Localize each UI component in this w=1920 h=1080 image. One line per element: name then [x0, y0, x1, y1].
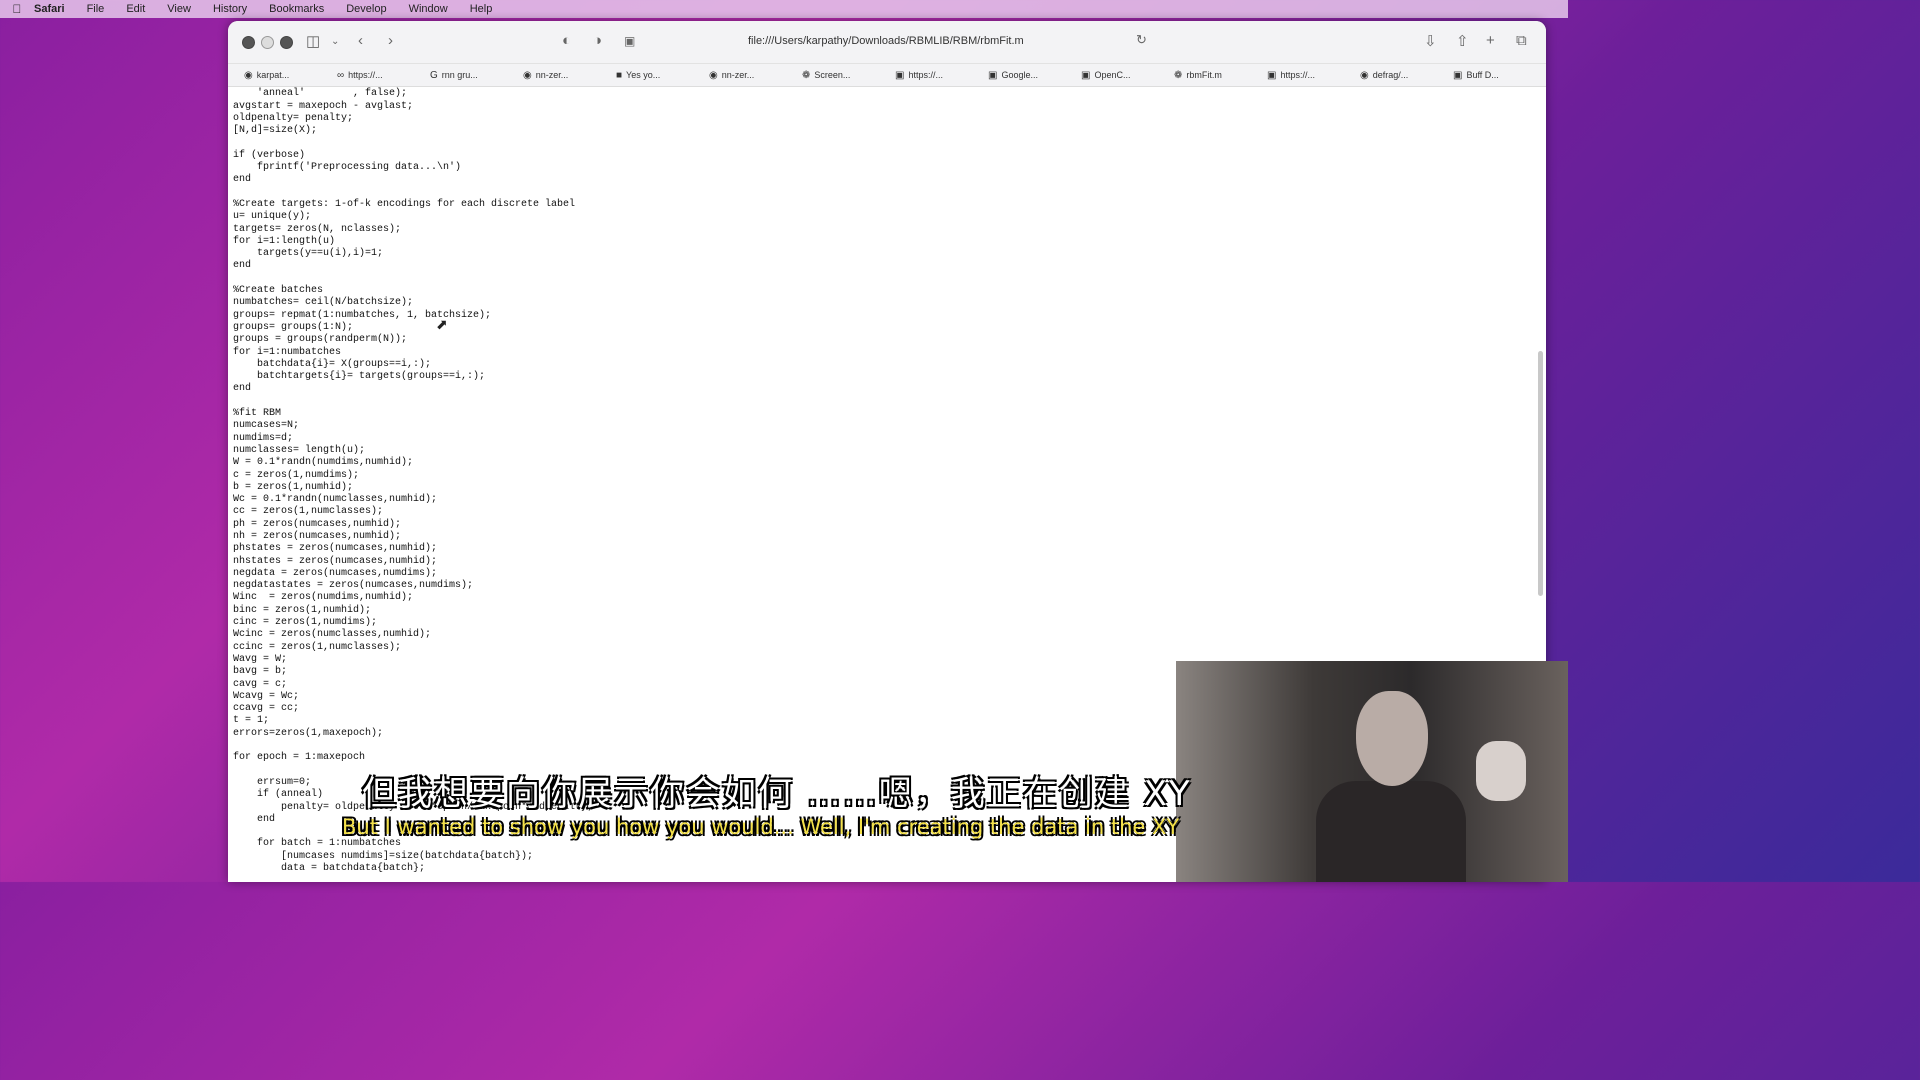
github-icon: ◉ [244, 69, 253, 81]
github-icon: ◉ [523, 69, 532, 81]
bookmark-item[interactable]: ◉ nn-zer... [709, 70, 802, 81]
menu-bar:  Safari File Edit View History Bookmark… [0, 0, 1568, 18]
download-icon[interactable]: ⇩ [1424, 32, 1437, 50]
openai-icon: ❁ [1174, 69, 1183, 81]
page-icon: ▣ [1081, 69, 1091, 81]
new-tab-icon[interactable]: + [1486, 32, 1495, 49]
page-icon: ▣ [895, 69, 905, 81]
shield-icon[interactable]: ◑ [593, 32, 602, 49]
menu-window[interactable]: Window [409, 3, 448, 15]
page-icon: ▣ [988, 69, 998, 81]
browser-toolbar: ◫ ⌄ ‹ › ◐ ◑ ▣ file:///Users/karpathy/Dow… [228, 21, 1546, 64]
github-icon: ◉ [1360, 69, 1369, 81]
bookmark-item[interactable]: ■ Yes yo... [616, 70, 709, 81]
github-icon: ◉ [709, 69, 718, 81]
favorites-bar: ◉ karpat... ∞ https://... Grnn gru... ◉ nn-… [228, 64, 1546, 87]
presenter-hand [1476, 741, 1526, 801]
presenter-body [1316, 781, 1466, 882]
subtitle-english: But I wanted to show you how you would..… [342, 815, 1180, 839]
reload-icon[interactable]: ↻ [1136, 32, 1147, 48]
forward-icon[interactable]: › [388, 32, 393, 49]
bookmark-item[interactable]: Grnn gru... [430, 70, 523, 81]
address-bar[interactable]: file:///Users/karpathy/Downloads/RBMLIB/… [748, 35, 1348, 47]
privacy-report-icon[interactable]: ◐ [562, 32, 571, 49]
bookmark-item[interactable]: ▣ OpenC... [1081, 70, 1174, 81]
sidebar-icon[interactable]: ◫ [306, 32, 320, 50]
tab-overview-icon[interactable]: ⧉ [1516, 32, 1527, 49]
menu-history[interactable]: History [213, 3, 247, 15]
menu-file[interactable]: File [87, 3, 105, 15]
close-window-button[interactable] [242, 36, 255, 49]
page-icon: ▣ [1267, 69, 1277, 81]
subtitle-chinese: 但我想要向你展示你会如何 ……嗯，我正在创建 XY [362, 774, 1192, 814]
mouse-pointer-icon: ⬈ [436, 316, 448, 332]
vertical-scrollbar[interactable] [1538, 351, 1543, 596]
zoom-window-button[interactable] [280, 36, 293, 49]
bookmark-item[interactable]: ▣ https://... [895, 70, 988, 81]
apple-menu-icon[interactable]:  [0, 2, 34, 16]
bookmark-item[interactable]: ◉ nn-zer... [523, 70, 616, 81]
webcam-overlay [1176, 661, 1568, 882]
link-icon: ∞ [337, 69, 345, 81]
bookmark-item[interactable]: ❁ rbmFit.m [1174, 70, 1267, 81]
menu-view[interactable]: View [167, 3, 191, 15]
source-code-text: 'verbose' , false , ... 'anneal' , false… [233, 86, 594, 874]
google-icon: G [430, 69, 438, 81]
reader-icon[interactable]: ▣ [624, 34, 635, 48]
bookmark-item[interactable]: ▣ Google... [988, 70, 1081, 81]
bookmark-item[interactable]: ▣ https://... [1267, 70, 1360, 81]
bookmark-item[interactable]: ◉ karpat... [244, 70, 337, 81]
bookmark-item[interactable]: ❁ Screen... [802, 70, 895, 81]
menu-edit[interactable]: Edit [126, 3, 145, 15]
chevron-down-icon[interactable]: ⌄ [331, 36, 339, 47]
bookmark-item[interactable]: ▣ Buff D... [1453, 70, 1546, 81]
bookmark-item[interactable]: ◉ defrag/... [1360, 70, 1453, 81]
menu-help[interactable]: Help [470, 3, 493, 15]
menu-bookmarks[interactable]: Bookmarks [269, 3, 324, 15]
page-icon: ▣ [1453, 69, 1463, 81]
back-icon[interactable]: ‹ [358, 32, 363, 49]
presenter-head [1356, 691, 1428, 786]
openai-icon: ❁ [802, 69, 811, 81]
minimize-window-button[interactable] [261, 36, 274, 49]
video-icon: ■ [616, 69, 623, 81]
bookmark-item[interactable]: ∞ https://... [337, 70, 430, 81]
share-icon[interactable]: ⇧ [1456, 32, 1469, 50]
window-controls [242, 36, 293, 49]
menu-safari[interactable]: Safari [34, 3, 65, 15]
menu-develop[interactable]: Develop [346, 3, 386, 15]
